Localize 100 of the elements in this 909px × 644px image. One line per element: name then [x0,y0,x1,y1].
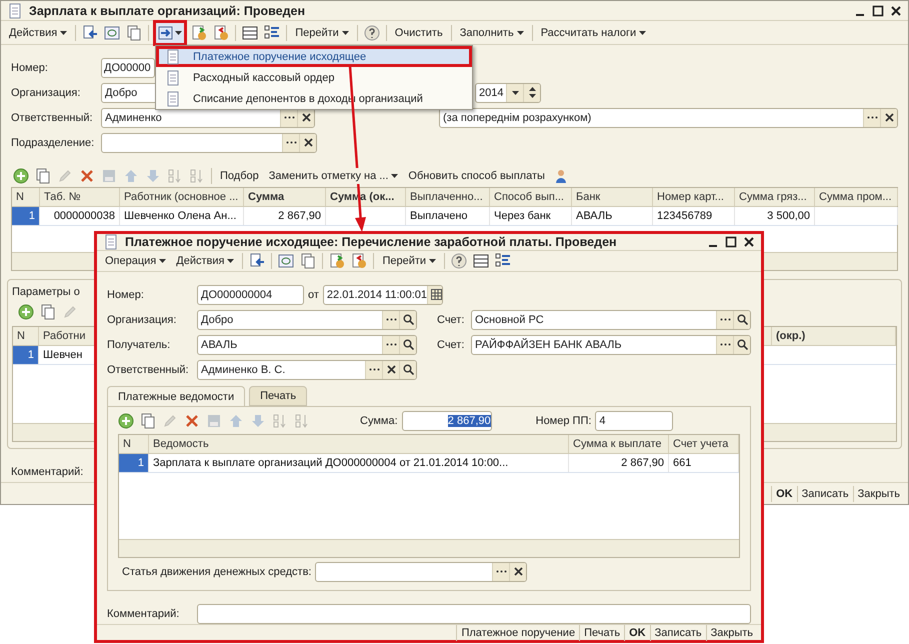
tab[interactable]: Платежные ведомости [107,386,246,406]
caret-icon [342,30,349,35]
search-button[interactable] [399,310,416,328]
caret-icon [516,30,524,35]
select-button[interactable] [716,336,733,354]
clear-button[interactable] [299,134,316,152]
footer-button[interactable]: Закрыть [706,625,757,641]
menu-item[interactable]: Расходный кассовый ордер [156,67,472,88]
toolbar-button[interactable] [449,251,470,271]
footer-button[interactable]: Платежное поручение [456,625,580,641]
column-header[interactable]: Сумма [244,188,326,206]
search-button[interactable] [399,360,416,378]
pencil-icon [62,304,78,320]
field-label: Статья движения денежных средств: [122,566,312,578]
more-icon [386,343,396,346]
search-button[interactable] [733,310,750,328]
table-cell: 1 [119,454,149,472]
footer-button[interactable]: OK [624,625,650,641]
dropdown-button[interactable] [506,84,523,102]
column-header[interactable]: Работник (основное ... [120,188,244,206]
pencil-icon [162,412,178,428]
spin-arrows-icon [528,87,536,98]
footer-button[interactable]: Записать [796,486,853,502]
toolbar-button[interactable] [16,302,36,322]
footer-button[interactable]: Печать [579,625,624,641]
text-field[interactable]: ДО000000004 [197,284,304,304]
text-field[interactable]: Админенко В. С. [197,360,417,380]
footer-button[interactable]: OK [771,486,797,502]
clear-icon [514,567,523,576]
column-header[interactable]: N [119,435,149,453]
clear-button[interactable] [880,108,897,127]
text-field[interactable]: (за попереднім розрахунком) [439,108,898,128]
select-button[interactable] [382,310,399,328]
toolbar-button[interactable] [153,20,188,46]
close-icon[interactable] [890,4,902,17]
calendar-button[interactable] [427,286,442,304]
text-field[interactable] [101,132,317,153]
column-header[interactable]: Сумма пром... [815,188,898,206]
document-icon [165,70,181,86]
maximize-icon[interactable] [872,4,884,17]
tab[interactable]: Печать [249,386,308,406]
column-header[interactable]: N [12,188,40,206]
select-button[interactable] [365,360,382,378]
text-field[interactable]: ДО00000 [101,58,155,78]
table-cell: 0000000038 [40,207,120,226]
text-field[interactable] [315,562,528,582]
column-header[interactable]: N [13,327,39,346]
search-icon [736,314,748,325]
toolbar-button[interactable] [362,22,382,43]
field-label: Ответственный: [11,112,94,124]
column-header[interactable]: Таб. № [40,188,120,206]
field-label: Подразделение: [11,136,96,149]
select-button[interactable] [492,562,510,580]
close-icon[interactable] [743,236,755,248]
clear-button[interactable] [382,360,399,378]
search-icon [402,314,414,325]
text-field[interactable]: АВАЛЬ [197,334,417,354]
date-field[interactable]: 2014 [475,82,541,103]
select-button[interactable] [282,134,299,152]
menu-item[interactable]: Платежное поручение исходящее [156,46,472,67]
document-arrow-icon [249,253,266,269]
select-button[interactable] [863,108,880,127]
checklist-icon [264,24,280,41]
search-button[interactable] [399,336,416,354]
select-button[interactable] [382,336,399,354]
add-icon [13,168,29,184]
footer-button[interactable]: Записать [650,625,706,641]
text-field[interactable] [197,604,751,624]
sort-icon [294,412,310,428]
toolbar-button[interactable] [11,166,31,186]
field-label: Получатель: [107,338,172,350]
column-header[interactable]: Сумма гряз... [735,188,815,206]
column-header[interactable]: Номер карт... [653,188,735,206]
pencil-icon [57,168,73,184]
select-button[interactable] [716,310,733,328]
text-field[interactable]: Добро [197,310,417,330]
maximize-icon[interactable] [725,236,737,248]
text-field[interactable]: Основной РС [471,310,751,330]
text-field[interactable]: РАЙФФАЙЗЕН БАНК АВАЛЬ [471,334,751,354]
search-button[interactable] [733,336,750,354]
field-label: Счет: [437,338,466,350]
text-field[interactable]: 2 867,90 [402,410,492,430]
clear-button[interactable] [509,562,526,580]
column-header[interactable]: Счет учета [669,435,739,453]
text-field[interactable]: 4 [595,410,674,430]
column-header[interactable]: Выплаченно... [406,188,490,206]
table-cell: 3 500,00 [735,207,815,226]
toolbar-button[interactable] [116,410,136,430]
column-header[interactable]: Ведомость [149,435,569,453]
more-icon [368,368,380,371]
column-header[interactable]: Способ вып... [490,188,572,206]
footer-button[interactable]: Закрыть [852,486,904,502]
caret-icon [175,30,182,35]
spin-button[interactable] [523,84,540,102]
up-arrow-icon [123,168,139,184]
column-header[interactable]: Сумма к выплате [569,435,669,453]
date-field[interactable]: 22.01.2014 11:00:01 [322,284,443,304]
sort-icon [272,412,288,428]
column-header[interactable]: (окр.) [772,327,896,346]
column-header[interactable]: Банк [572,188,653,206]
